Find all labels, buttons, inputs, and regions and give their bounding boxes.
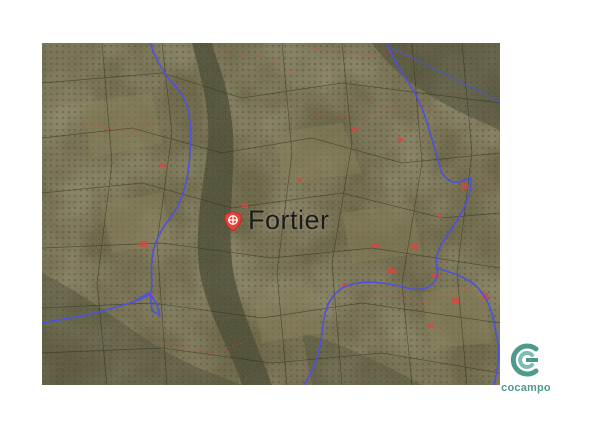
logo-wordmark: cocampo <box>501 382 551 394</box>
logo-mark-icon <box>510 343 539 377</box>
location-pin-icon[interactable] <box>222 210 244 232</box>
brand-logo: cocampo <box>496 340 560 400</box>
place-label: Fortier <box>248 205 330 235</box>
